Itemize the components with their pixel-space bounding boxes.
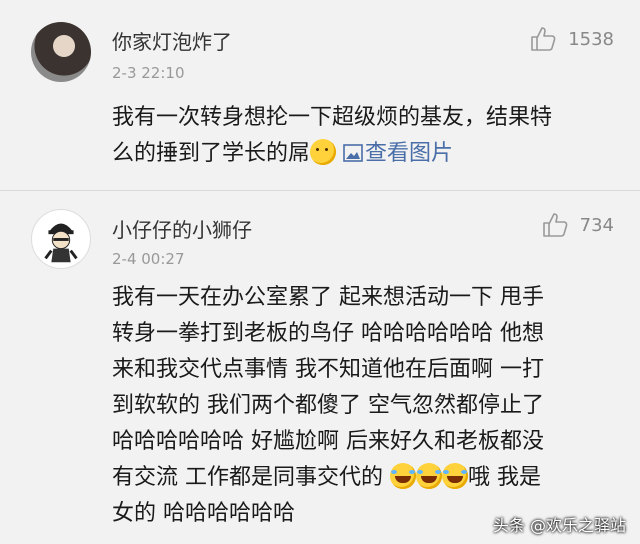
- comment-line: 转身一拳打到老板的鸟仔 哈哈哈哈哈哈 他想: [112, 321, 544, 346]
- thumbs-up-icon: [542, 213, 568, 237]
- comment-text: 我有一天在办公室累了 起来想活动一下 甩手 转身一拳打到老板的鸟仔 哈哈哈哈哈哈…: [112, 280, 624, 532]
- avatar[interactable]: [31, 22, 91, 82]
- like-button[interactable]: 734: [542, 212, 614, 238]
- comment-text: 我有一次转身想抡一下超级烦的基友，结果特 么的捶到了学长的屌 查看图片: [112, 100, 624, 172]
- comment-line: 么的捶到了学长的屌: [112, 141, 311, 166]
- view-image-label: 查看图片: [365, 141, 454, 166]
- comment-line: 哦 我是: [468, 465, 541, 490]
- like-button[interactable]: 1538: [530, 26, 614, 52]
- comment-item: 你家灯泡炸了 2-3 22:10 1538 我有一次转身想抡一下超级烦的基友，结…: [0, 0, 640, 190]
- username[interactable]: 你家灯泡炸了: [112, 26, 232, 55]
- view-image-link[interactable]: 查看图片: [343, 141, 453, 166]
- comment-line: 我有一天在办公室累了 起来想活动一下 甩手: [112, 285, 544, 310]
- laughing-tears-emoji-icon: [416, 463, 442, 489]
- image-icon: [343, 144, 363, 162]
- thinking-emoji-icon: [310, 139, 337, 165]
- timestamp: 2-3 22:10: [112, 64, 185, 82]
- cartoon-avatar-icon: [44, 223, 78, 263]
- thumbs-up-icon: [531, 27, 556, 51]
- like-count: 734: [579, 214, 614, 236]
- comment-line: 来和我交代点事情 我不知道他在后面啊 一打: [112, 357, 544, 382]
- watermark: 头条 @欢乐之驿站: [492, 516, 626, 535]
- comment-line-with-attachments: 么的捶到了学长的屌 查看图片: [112, 136, 624, 172]
- comment-line: 到软软的 我们两个都傻了 空气忽然都停止了: [112, 393, 544, 418]
- like-count: 1538: [568, 28, 614, 50]
- avatar[interactable]: [31, 209, 91, 269]
- username[interactable]: 小仔仔的小狮仔: [112, 214, 252, 243]
- comment-line-with-emoji: 有交流 工作都是同事交代的 哦 我是: [112, 460, 624, 496]
- comment-line: 我有一次转身想抡一下超级烦的基友，结果特: [112, 105, 553, 130]
- laughing-tears-emoji-icon: [390, 463, 416, 489]
- comment-item: 小仔仔的小狮仔 2-4 00:27 734 我有一天在办公室累了 起来想活动一下…: [0, 190, 640, 544]
- laughing-tears-emoji-icon: [442, 463, 468, 489]
- timestamp: 2-4 00:27: [112, 250, 185, 268]
- comment-line: 哈哈哈哈哈哈 好尴尬啊 后来好久和老板都没: [112, 429, 544, 454]
- comment-line: 有交流 工作都是同事交代的: [112, 465, 383, 490]
